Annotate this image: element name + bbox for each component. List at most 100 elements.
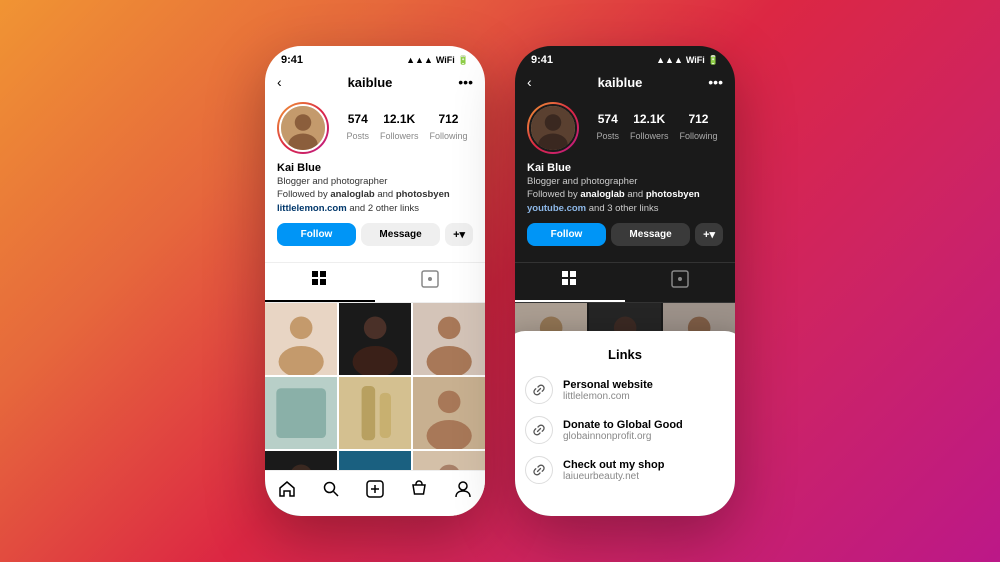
message-button-dark[interactable]: Message: [611, 223, 690, 246]
message-button-light[interactable]: Message: [361, 223, 440, 246]
action-buttons-dark: Follow Message +▾: [527, 223, 723, 246]
stat-following-dark[interactable]: 712 Following: [679, 112, 717, 144]
grid-cell-2[interactable]: [339, 303, 411, 375]
bio-line1-light: Blogger and photographer: [277, 176, 387, 187]
followers-label-light: Followers: [380, 131, 419, 141]
link-icon-2: [525, 416, 553, 444]
signal-dark: ▲▲▲: [656, 55, 683, 65]
posts-label-dark: Posts: [596, 131, 619, 141]
bio-link-suffix-light: and 2 other links: [347, 203, 419, 214]
status-icons-light: ▲▲▲ WiFi 🔋: [406, 55, 469, 66]
person-button-dark[interactable]: +▾: [695, 223, 723, 246]
action-buttons-light: Follow Message +▾: [277, 223, 473, 246]
time-light: 9:41: [281, 54, 303, 66]
link-info-2: Donate to Global Good globainnonprofit.o…: [563, 419, 683, 442]
grid-cell-3[interactable]: [413, 303, 485, 375]
link-icon-3: [525, 456, 553, 484]
grid-cell-5[interactable]: [339, 377, 411, 449]
profile-section-light: 574 Posts 12.1K Followers 712 Following …: [265, 96, 485, 262]
nav-home-light[interactable]: [277, 479, 297, 504]
tab-icons-dark: [515, 262, 735, 303]
links-popup-title: Links: [525, 347, 725, 362]
wifi-icon: WiFi: [436, 55, 455, 65]
following-number-dark: 712: [679, 112, 717, 126]
time-dark: 9:41: [531, 54, 553, 66]
nav-shop-light[interactable]: [409, 479, 429, 504]
stat-followers-dark[interactable]: 12.1K Followers: [630, 112, 669, 144]
grid-cell-6[interactable]: [413, 377, 485, 449]
stat-posts-dark[interactable]: 574 Posts: [596, 112, 619, 144]
links-popup: Links Personal website littlelemon.com D…: [515, 331, 735, 516]
following-label-light: Following: [429, 131, 467, 141]
followers-number-dark: 12.1K: [630, 112, 669, 126]
bottom-nav-light: [265, 470, 485, 516]
username-light: kaiblue: [348, 75, 393, 90]
nav-bar-dark: ‹ kaiblue •••: [515, 70, 735, 96]
bio-name-dark: Kai Blue: [527, 162, 723, 174]
bio-line1-dark: Blogger and photographer: [527, 176, 637, 187]
status-bar-light: 9:41 ▲▲▲ WiFi 🔋: [265, 46, 485, 70]
bio-section-dark: Kai Blue Blogger and photographer Follow…: [527, 162, 723, 215]
nav-bar-light: ‹ kaiblue •••: [265, 70, 485, 96]
link-title-3: Check out my shop: [563, 459, 664, 471]
bio-followed-dark: Followed by analoglab and photosbyen: [527, 189, 700, 200]
back-button-light[interactable]: ‹: [277, 74, 282, 90]
link-item-2[interactable]: Donate to Global Good globainnonprofit.o…: [525, 416, 725, 444]
status-icons-dark: ▲▲▲ WiFi 🔋: [656, 55, 719, 66]
bio-text-light: Blogger and photographer Followed by ana…: [277, 175, 473, 215]
back-button-dark[interactable]: ‹: [527, 74, 532, 90]
bio-link-dark[interactable]: youtube.com: [527, 203, 586, 214]
link-url-1: littlelemon.com: [563, 391, 653, 402]
tab-tag-dark[interactable]: [625, 263, 735, 302]
stat-posts-light[interactable]: 574 Posts: [346, 112, 369, 144]
more-button-dark[interactable]: •••: [708, 74, 723, 90]
phone-dark: 9:41 ▲▲▲ WiFi 🔋 ‹ kaiblue •••: [515, 46, 735, 516]
tab-icons-light: [265, 262, 485, 303]
bio-text-dark: Blogger and photographer Followed by ana…: [527, 175, 723, 215]
link-info-3: Check out my shop laiueurbeauty.net: [563, 459, 664, 482]
grid-cell-1[interactable]: [265, 303, 337, 375]
bio-followed-light: Followed by analoglab and photosbyen: [277, 189, 450, 200]
tab-grid-dark[interactable]: [515, 263, 625, 302]
stats-dark: 574 Posts 12.1K Followers 712 Following: [591, 112, 723, 144]
profile-top-light: 574 Posts 12.1K Followers 712 Following: [277, 102, 473, 154]
followers-number-light: 12.1K: [380, 112, 419, 126]
status-bar-dark: 9:41 ▲▲▲ WiFi 🔋: [515, 46, 735, 70]
link-url-3: laiueurbeauty.net: [563, 471, 664, 482]
battery-dark: 🔋: [708, 55, 719, 66]
followers-label-dark: Followers: [630, 131, 669, 141]
link-title-1: Personal website: [563, 379, 653, 391]
link-url-2: globainnonprofit.org: [563, 431, 683, 442]
nav-profile-light[interactable]: [453, 479, 473, 504]
wifi-dark: WiFi: [686, 55, 705, 65]
following-number-light: 712: [429, 112, 467, 126]
tab-grid-light[interactable]: [265, 263, 375, 302]
link-item-1[interactable]: Personal website littlelemon.com: [525, 376, 725, 404]
avatar-light[interactable]: [277, 102, 329, 154]
phones-container: 9:41 ▲▲▲ WiFi 🔋 ‹ kaiblue •••: [265, 46, 735, 516]
stat-followers-light[interactable]: 12.1K Followers: [380, 112, 419, 144]
link-item-3[interactable]: Check out my shop laiueurbeauty.net: [525, 456, 725, 484]
signal-icon: ▲▲▲: [406, 55, 433, 65]
link-icon-1: [525, 376, 553, 404]
tab-tag-light[interactable]: [375, 263, 485, 302]
stat-following-light[interactable]: 712 Following: [429, 112, 467, 144]
battery-icon: 🔋: [458, 55, 469, 66]
bio-link-light[interactable]: littlelemon.com: [277, 203, 347, 214]
follow-button-light[interactable]: Follow: [277, 223, 356, 246]
link-title-2: Donate to Global Good: [563, 419, 683, 431]
person-button-light[interactable]: +▾: [445, 223, 473, 246]
posts-number-dark: 574: [596, 112, 619, 126]
follow-button-dark[interactable]: Follow: [527, 223, 606, 246]
nav-add-light[interactable]: [365, 479, 385, 504]
grid-cell-4[interactable]: [265, 377, 337, 449]
bio-link-suffix-dark: and 3 other links: [586, 203, 658, 214]
nav-search-light[interactable]: [321, 479, 341, 504]
profile-top-dark: 574 Posts 12.1K Followers 712 Following: [527, 102, 723, 154]
avatar-dark[interactable]: [527, 102, 579, 154]
posts-label-light: Posts: [346, 131, 369, 141]
following-label-dark: Following: [679, 131, 717, 141]
link-info-1: Personal website littlelemon.com: [563, 379, 653, 402]
more-button-light[interactable]: •••: [458, 74, 473, 90]
phone-light: 9:41 ▲▲▲ WiFi 🔋 ‹ kaiblue •••: [265, 46, 485, 516]
